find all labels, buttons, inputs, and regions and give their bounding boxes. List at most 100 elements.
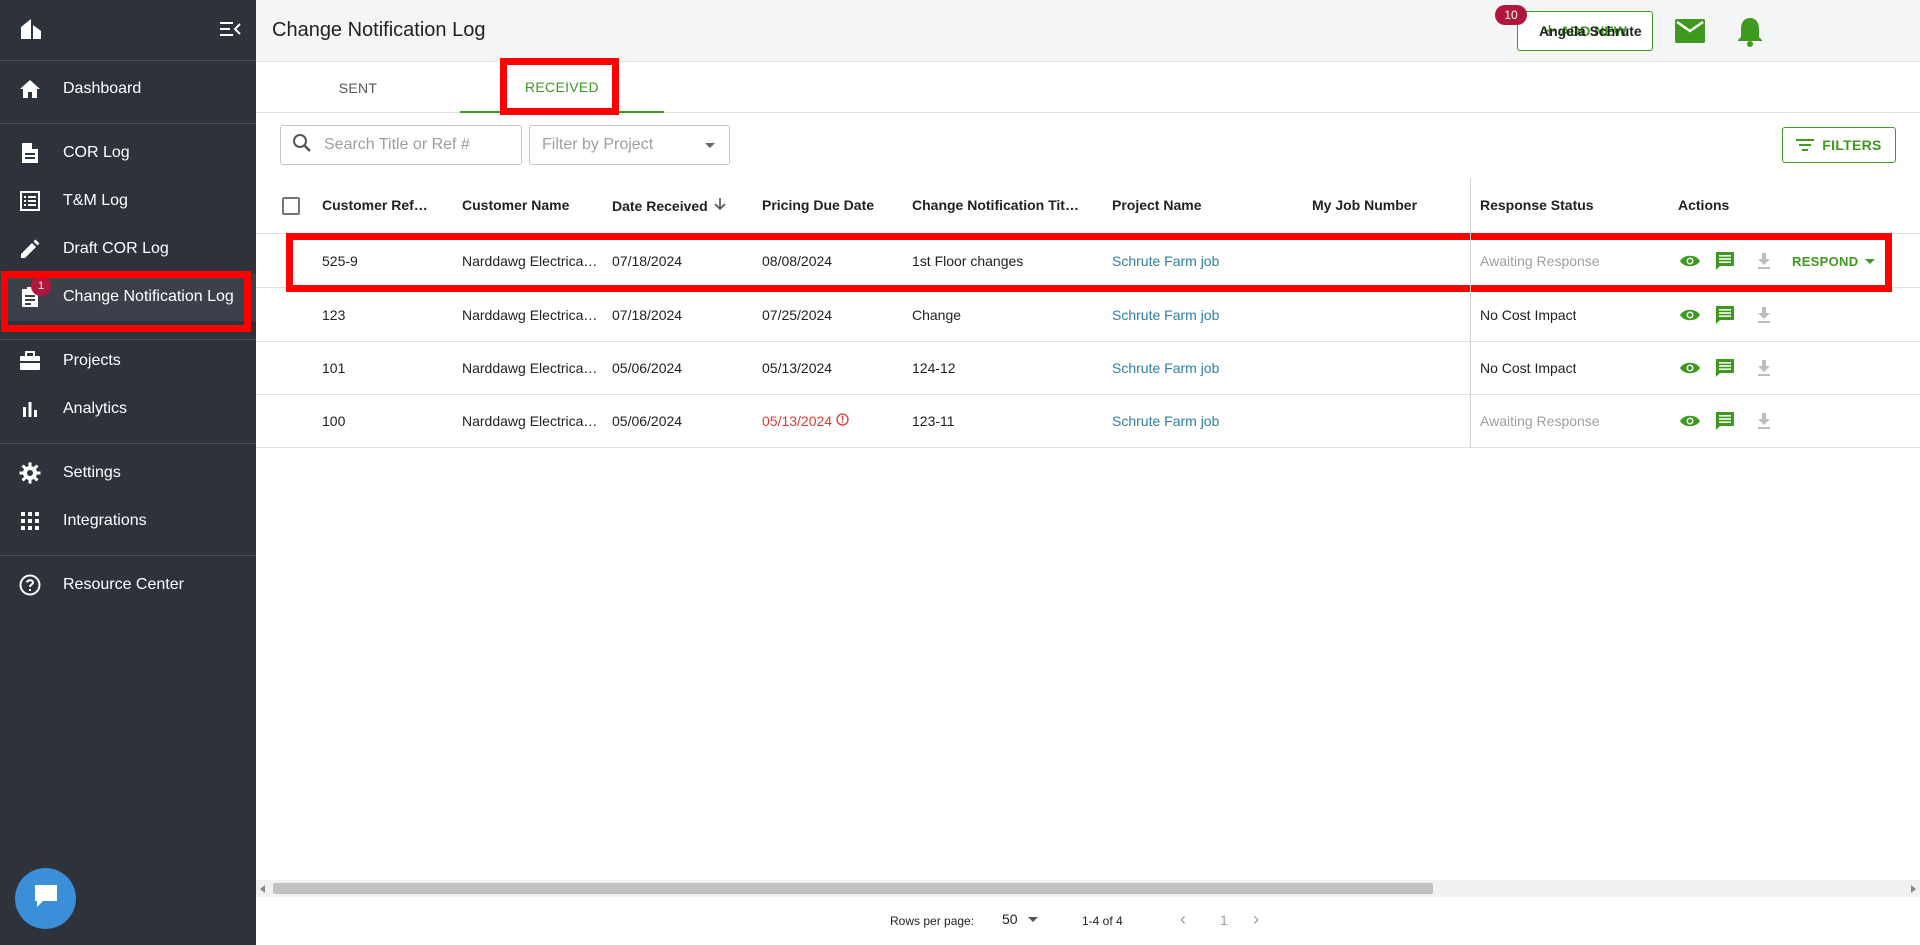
sidebar-item-label: Settings bbox=[63, 464, 121, 481]
sidebar-item-resource-center[interactable]: Resource Center bbox=[0, 561, 256, 609]
download-icon[interactable] bbox=[1752, 249, 1776, 273]
list-icon bbox=[18, 189, 42, 213]
sidebar-notification-badge: 1 bbox=[31, 276, 51, 296]
filter-icon bbox=[1796, 139, 1815, 151]
column-header-date-received[interactable]: Date Received bbox=[612, 197, 742, 214]
cell-date-received: 05/06/2024 bbox=[612, 413, 683, 429]
view-eye-icon[interactable] bbox=[1678, 356, 1702, 380]
view-eye-icon[interactable] bbox=[1678, 409, 1702, 433]
sidebar-divider bbox=[0, 555, 256, 556]
cell-title: Change bbox=[912, 307, 962, 323]
sidebar-item-integrations[interactable]: Integrations bbox=[0, 497, 256, 545]
collapse-menu-icon[interactable] bbox=[220, 20, 242, 43]
chat-support-button[interactable] bbox=[15, 868, 76, 929]
sidebar-item-tm-log[interactable]: T&M Log bbox=[0, 177, 256, 225]
filters-label: FILTERS bbox=[1822, 137, 1882, 153]
help-circle-icon bbox=[18, 573, 42, 597]
column-header-my-job-number[interactable]: My Job Number bbox=[1312, 197, 1442, 213]
column-header-customer-ref[interactable]: Customer Ref… bbox=[322, 197, 427, 213]
rows-per-page-select[interactable]: 50 bbox=[1002, 911, 1038, 927]
project-filter-select[interactable]: Filter by Project bbox=[529, 125, 730, 165]
log-tabs: SENT RECEIVED bbox=[256, 63, 1920, 113]
comment-icon[interactable] bbox=[1713, 356, 1737, 380]
search-box bbox=[280, 125, 522, 165]
sidebar-item-settings[interactable]: Settings bbox=[0, 449, 256, 497]
sidebar-item-draft-cor-log[interactable]: Draft COR Log bbox=[0, 225, 256, 273]
cell-customer-ref: 101 bbox=[322, 360, 346, 376]
cell-customer-ref: 123 bbox=[322, 307, 346, 323]
comment-icon[interactable] bbox=[1713, 249, 1737, 273]
pencil-icon bbox=[18, 237, 42, 261]
table-row[interactable]: 100 Narddawg Electrica… 05/06/2024 05/13… bbox=[256, 395, 1920, 448]
sidebar: Dashboard COR Log T&M Log Draft COR Log … bbox=[0, 0, 256, 945]
chevron-down-icon bbox=[1865, 259, 1876, 264]
sidebar-item-label: COR Log bbox=[63, 144, 130, 161]
project-link[interactable]: Schrute Farm job bbox=[1112, 253, 1219, 269]
pagination-footer: Rows per page: 50 1-4 of 4 ‹ 1 › bbox=[256, 897, 1920, 945]
column-header-label: Date Received bbox=[612, 197, 708, 214]
notification-count-badge: 10 bbox=[1495, 5, 1527, 25]
apps-grid-icon bbox=[18, 509, 42, 533]
project-link[interactable]: Schrute Farm job bbox=[1112, 413, 1219, 429]
cell-date-received: 05/06/2024 bbox=[612, 360, 683, 376]
search-input[interactable] bbox=[324, 136, 514, 154]
table-row[interactable]: 525-9 Narddawg Electrica… 07/18/2024 08/… bbox=[256, 235, 1920, 288]
sidebar-item-analytics[interactable]: Analytics bbox=[0, 385, 256, 433]
table-row[interactable]: 101 Narddawg Electrica… 05/06/2024 05/13… bbox=[256, 342, 1920, 395]
comment-icon[interactable] bbox=[1713, 409, 1737, 433]
view-eye-icon[interactable] bbox=[1678, 249, 1702, 273]
horizontal-scrollbar[interactable] bbox=[256, 880, 1920, 897]
document-icon bbox=[18, 141, 42, 165]
table-row[interactable]: 123 Narddawg Electrica… 07/18/2024 07/25… bbox=[256, 289, 1920, 342]
user-name[interactable]: Angela Schrute bbox=[1539, 23, 1642, 39]
scroll-left-arrow-icon[interactable] bbox=[260, 885, 265, 893]
scrollbar-thumb[interactable] bbox=[273, 883, 1433, 894]
project-link[interactable]: Schrute Farm job bbox=[1112, 360, 1219, 376]
project-link[interactable]: Schrute Farm job bbox=[1112, 307, 1219, 323]
overdue-date: 05/13/2024 bbox=[762, 413, 833, 429]
sidebar-item-label: T&M Log bbox=[63, 192, 128, 209]
chevron-right-icon[interactable]: › bbox=[1253, 909, 1259, 930]
view-eye-icon[interactable] bbox=[1678, 303, 1702, 327]
bell-icon[interactable] bbox=[1736, 15, 1764, 52]
sidebar-item-label: Projects bbox=[63, 352, 121, 369]
cell-response-status: No Cost Impact bbox=[1480, 307, 1577, 323]
comment-icon[interactable] bbox=[1713, 303, 1737, 327]
chevron-left-icon[interactable]: ‹ bbox=[1180, 909, 1186, 930]
tab-received[interactable]: RECEIVED bbox=[460, 63, 664, 113]
select-all-checkbox[interactable] bbox=[282, 197, 300, 215]
column-header-response-status[interactable]: Response Status bbox=[1480, 197, 1620, 213]
download-icon[interactable] bbox=[1752, 409, 1776, 433]
column-header-pricing-due-date[interactable]: Pricing Due Date bbox=[762, 197, 892, 213]
sidebar-item-cor-log[interactable]: COR Log bbox=[0, 129, 256, 177]
sidebar-item-label: Draft COR Log bbox=[63, 240, 169, 257]
sidebar-item-label: Change Notification Log bbox=[63, 288, 234, 305]
mail-icon[interactable] bbox=[1674, 18, 1706, 49]
alert-circle-icon bbox=[836, 413, 849, 429]
current-page-number[interactable]: 1 bbox=[1220, 912, 1228, 928]
sidebar-item-dashboard[interactable]: Dashboard bbox=[0, 65, 256, 113]
column-header-project-name[interactable]: Project Name bbox=[1112, 197, 1232, 213]
app-logo[interactable] bbox=[19, 17, 43, 46]
download-icon[interactable] bbox=[1752, 356, 1776, 380]
sidebar-divider bbox=[0, 60, 256, 61]
gear-icon bbox=[18, 461, 42, 485]
cell-response-status: Awaiting Response bbox=[1480, 413, 1600, 429]
column-header-customer-name[interactable]: Customer Name bbox=[462, 197, 582, 213]
sidebar-item-projects[interactable]: Projects bbox=[0, 337, 256, 385]
tab-sent[interactable]: SENT bbox=[256, 63, 460, 113]
cell-title: 124-12 bbox=[912, 360, 956, 376]
respond-dropdown-button[interactable]: RESPOND bbox=[1792, 254, 1876, 269]
scroll-right-arrow-icon[interactable] bbox=[1911, 885, 1916, 893]
chevron-down-icon bbox=[705, 143, 715, 148]
rows-per-page-label: Rows per page: bbox=[890, 914, 975, 928]
cell-pricing-due-date: 05/13/2024 bbox=[762, 360, 833, 376]
column-header-change-notification-title[interactable]: Change Notification Tit… bbox=[912, 197, 1082, 213]
download-icon[interactable] bbox=[1752, 303, 1776, 327]
chat-bubble-icon bbox=[31, 881, 61, 916]
cell-title: 1st Floor changes bbox=[912, 253, 1024, 269]
cell-title: 123-11 bbox=[912, 413, 955, 429]
cell-customer-name: Narddawg Electrica… bbox=[462, 360, 596, 376]
filters-button[interactable]: FILTERS bbox=[1782, 127, 1896, 163]
cell-customer-ref: 100 bbox=[322, 413, 346, 429]
